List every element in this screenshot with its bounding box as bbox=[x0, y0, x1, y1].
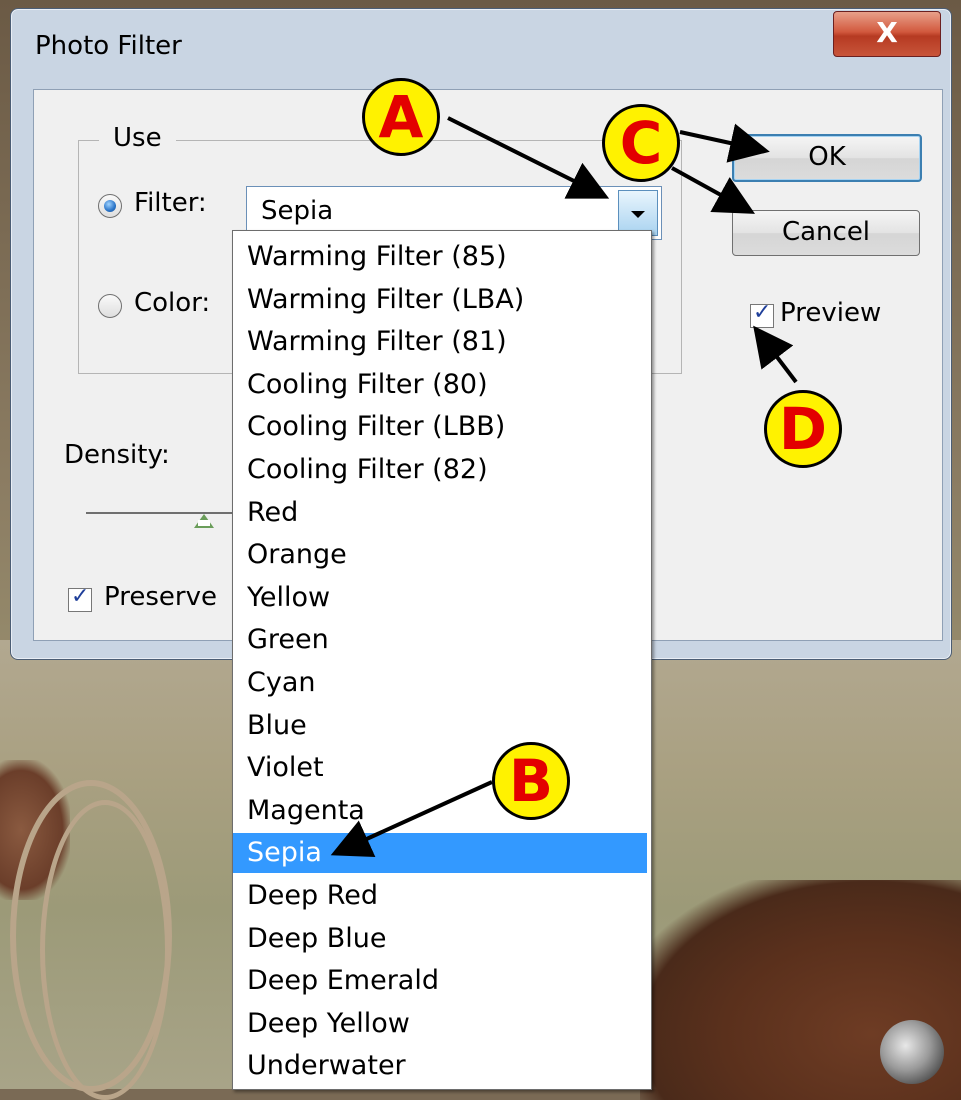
callout-c: C bbox=[602, 104, 680, 182]
arrow-a bbox=[447, 116, 610, 199]
callout-b: B bbox=[492, 742, 570, 820]
callout-a: A bbox=[362, 78, 440, 156]
arrow-c-cancel bbox=[671, 166, 756, 214]
arrow-b bbox=[330, 780, 493, 857]
callout-d: D bbox=[764, 390, 842, 468]
arrow-c-ok bbox=[679, 123, 770, 163]
arrow-d bbox=[753, 325, 798, 384]
annotation-arrows bbox=[330, 116, 798, 857]
